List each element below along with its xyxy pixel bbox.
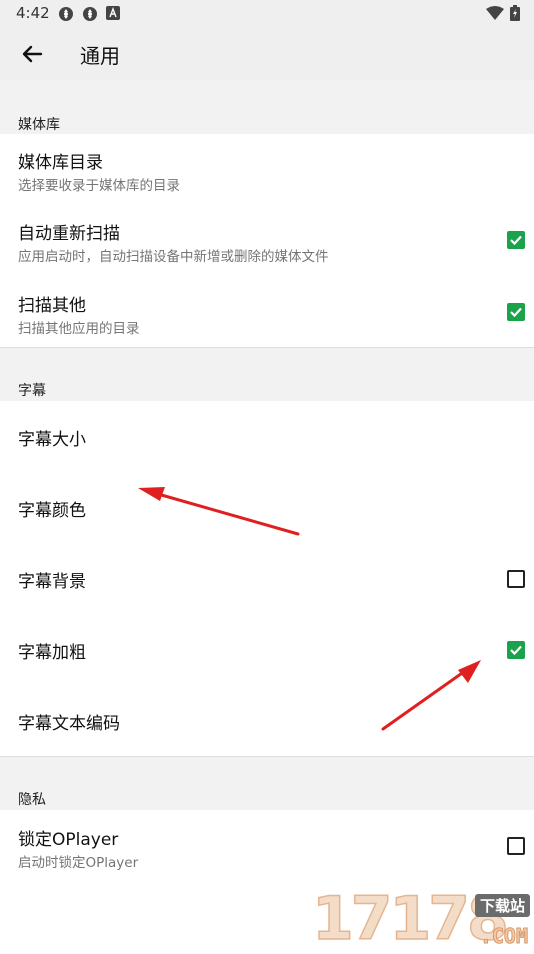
pref-title: 字幕大小	[18, 430, 86, 450]
check-icon	[510, 645, 522, 656]
watermark-domain: .COM	[479, 924, 528, 949]
pref-subtitle-bold[interactable]: 字幕加粗	[0, 614, 534, 685]
pref-auto-rescan[interactable]: 自动重新扫描 应用启动时，自动扫描设备中新增或删除的媒体文件	[0, 205, 534, 276]
pref-summary: 扫描其他应用的目录	[18, 321, 140, 337]
battery-charging-icon	[510, 5, 520, 21]
status-notification-icons	[58, 6, 120, 22]
watermark-logo: 17178 下载站 .COM	[308, 887, 534, 951]
status-time: 4:42	[16, 4, 50, 22]
pref-title: 字幕颜色	[18, 501, 86, 521]
auto-rescan-checkbox[interactable]	[507, 231, 525, 249]
status-system-icons	[486, 5, 520, 21]
section-header-media: 媒体库	[0, 106, 534, 134]
page-title: 通用	[80, 44, 120, 68]
spacer	[0, 757, 534, 781]
pref-summary: 应用启动时，自动扫描设备中新增或删除的媒体文件	[18, 249, 329, 265]
subtitle-background-checkbox[interactable]	[507, 570, 525, 588]
pref-title: 字幕加粗	[18, 643, 86, 663]
section-header-privacy: 隐私	[0, 781, 534, 810]
watermark-tag: 下载站	[474, 894, 530, 917]
spacer	[0, 348, 534, 372]
status-bar: 4:42	[0, 0, 534, 28]
back-button[interactable]	[18, 40, 46, 68]
a-badge-icon	[106, 6, 120, 20]
app-bar: 通用	[0, 28, 534, 80]
spacer	[0, 80, 534, 108]
pref-media-library-directory[interactable]: 媒体库目录 选择要收录于媒体库的目录	[0, 134, 534, 204]
pref-title: 自动重新扫描	[18, 224, 120, 244]
sync-icon	[59, 7, 73, 21]
pref-subtitle-text-encoding[interactable]: 字幕文本编码	[0, 685, 534, 756]
section-header-label: 媒体库	[18, 117, 60, 133]
check-icon	[510, 235, 522, 246]
section-header-subtitle: 字幕	[0, 372, 534, 401]
section-header-label: 字幕	[18, 383, 46, 399]
scan-others-checkbox[interactable]	[507, 303, 525, 321]
subtitle-bold-checkbox[interactable]	[507, 641, 525, 659]
pref-subtitle-size[interactable]: 字幕大小	[0, 401, 534, 472]
pref-title: 锁定OPlayer	[18, 830, 119, 850]
wifi-icon	[486, 6, 504, 20]
lock-oplayer-checkbox[interactable]	[507, 837, 525, 855]
pref-title: 字幕背景	[18, 572, 86, 592]
pref-summary: 选择要收录于媒体库的目录	[18, 178, 180, 194]
section-header-label: 隐私	[18, 792, 46, 808]
pref-title: 字幕文本编码	[18, 714, 120, 734]
pref-title: 扫描其他	[18, 296, 86, 316]
arrow-left-icon	[22, 45, 43, 63]
pref-scan-others[interactable]: 扫描其他 扫描其他应用的目录	[0, 277, 534, 347]
pref-subtitle-color[interactable]: 字幕颜色	[0, 472, 534, 543]
check-icon	[510, 307, 522, 318]
pref-title: 媒体库目录	[18, 153, 103, 173]
pref-lock-oplayer[interactable]: 锁定OPlayer 启动时锁定OPlayer	[0, 810, 534, 882]
sync-icon	[83, 7, 97, 21]
pref-summary: 启动时锁定OPlayer	[18, 855, 139, 871]
pref-subtitle-background[interactable]: 字幕背景	[0, 543, 534, 614]
